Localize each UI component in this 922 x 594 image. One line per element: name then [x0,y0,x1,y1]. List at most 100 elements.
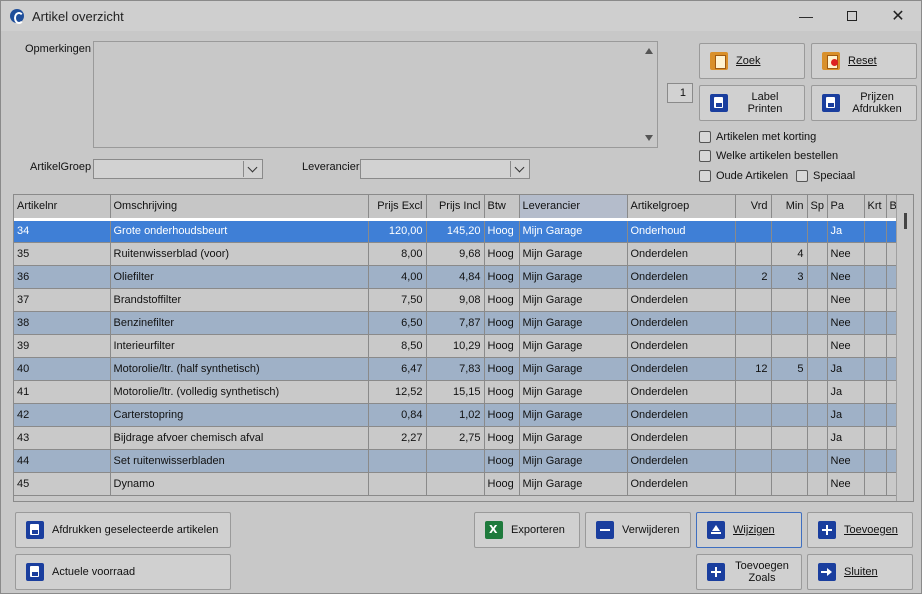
maximize-button[interactable] [829,1,875,31]
header-vrd[interactable]: Vrd [735,195,772,221]
checkbox-box[interactable] [699,150,711,162]
table-row[interactable]: 40 Motorolie/ltr. (half synthetisch) 6,47 7… [14,357,899,381]
toevoegen-zoals-button[interactable]: Toevoegen Zoals [696,554,802,590]
sluiten-label: Sluiten [844,566,878,578]
header-min[interactable]: Min [771,195,808,221]
table-cell [864,311,887,335]
table-row[interactable]: 43 Bijdrage afvoer chemisch afval 2,27 2,75… [14,426,899,450]
table-cell: Hoog [484,380,520,404]
leverancier-dropdown-button[interactable] [510,161,528,177]
close-button[interactable]: ✕ [875,1,921,31]
label-printen-line2: Printen [747,103,783,115]
scroll-down-icon[interactable] [645,135,653,141]
minimize-button[interactable]: — [783,1,829,31]
header-pa[interactable]: Pa [827,195,865,221]
table-cell [807,288,828,312]
table-cell [864,380,887,404]
table-cell [735,242,772,266]
table-cell: Nee [827,334,865,358]
table-cell: Mijn Garage [519,242,628,266]
checkbox-box[interactable] [699,170,711,182]
table-row[interactable]: 38 Benzinefilter 6,50 7,87 Hoog Mijn Garage On… [14,311,899,335]
table-cell: Ja [827,357,865,381]
header-artikelgroep[interactable]: Artikelgroep [627,195,736,221]
table-cell: Ja [827,403,865,427]
header-prijs-incl[interactable]: Prijs Incl [426,195,485,221]
afdrukken-geselecteerde-label: Afdrukken geselecteerde artikelen [52,524,219,536]
header-artikelnr[interactable]: Artikelnr [14,195,111,221]
wijzigen-label: Wijzigen [733,524,775,536]
afdrukken-geselecteerde-button[interactable]: Afdrukken geselecteerde artikelen [15,512,231,548]
exporteren-button[interactable]: Exporteren [474,512,580,548]
table-cell: Ruitenwisserblad (voor) [110,242,369,266]
header-omschrijving[interactable]: Omschrijving [110,195,369,221]
table-row[interactable]: 37 Brandstoffilter 7,50 9,08 Hoog Mijn Garage… [14,288,899,312]
opmerkingen-textarea[interactable] [93,41,658,148]
table-cell: Hoog [484,403,520,427]
checkbox-box[interactable] [699,131,711,143]
edit-icon [707,521,725,539]
actuele-voorraad-label: Actuele voorraad [52,566,136,578]
table-row[interactable]: 45 Dynamo Hoog Mijn Garage Onderdelen Nee [14,472,899,496]
table-cell: 8,00 [368,242,427,266]
opmerkingen-scrollbar[interactable] [641,42,657,147]
header-btw[interactable]: Btw [484,195,520,221]
wijzigen-button[interactable]: Wijzigen [696,512,802,548]
articles-grid[interactable]: Artikelnr Omschrijving Prijs Excl Prijs … [13,194,914,502]
table-cell: 2,75 [426,426,485,450]
toevoegen-button[interactable]: Toevoegen [807,512,913,548]
checkbox-bestellen[interactable]: Welke artikelen bestellen [699,150,838,162]
table-cell: Mijn Garage [519,311,628,335]
checkbox-box[interactable] [796,170,808,182]
checkbox-met-korting[interactable]: Artikelen met korting [699,131,816,143]
leverancier-select[interactable] [360,159,530,179]
table-cell: Ja [827,426,865,450]
table-cell [864,334,887,358]
header-krt[interactable]: Krt [864,195,887,221]
table-cell: Hoog [484,449,520,473]
table-cell: Onderdelen [627,311,736,335]
close-icon: ✕ [891,8,905,25]
prijzen-afdrukken-button[interactable]: Prijzen Afdrukken [811,85,917,121]
table-cell: 9,68 [426,242,485,266]
table-cell [807,357,828,381]
table-row[interactable]: 41 Motorolie/ltr. (volledig synthetisch) 1… [14,380,899,404]
table-body: 34 Grote onderhoudsbeurt 120,00 145,20 Hoog M… [14,219,899,496]
artikelgroep-select[interactable] [93,159,263,179]
table-cell: Mijn Garage [519,265,628,289]
reset-button[interactable]: Reset [811,43,917,79]
print-icon [822,94,840,112]
checkbox-speciaal[interactable]: Speciaal [796,170,855,182]
grid-vertical-scrollbar[interactable] [896,195,913,501]
label-count-input[interactable]: 1 [667,83,693,103]
header-sp[interactable]: Sp [807,195,828,221]
table-row[interactable]: 44 Set ruitenwisserbladen Hoog Mijn Garage O… [14,449,899,473]
table-row[interactable]: 39 Interieurfilter 8,50 10,29 Hoog Mijn Garag… [14,334,899,358]
verwijderen-button[interactable]: Verwijderen [585,512,691,548]
zoek-button[interactable]: Zoek [699,43,805,79]
label-printen-button[interactable]: Label Printen [699,85,805,121]
table-cell [807,380,828,404]
table-cell: 4,84 [426,265,485,289]
table-cell: Onderdelen [627,242,736,266]
table-cell: 2 [735,265,772,289]
header-prijs-excl[interactable]: Prijs Excl [368,195,427,221]
scrollbar-thumb[interactable] [904,213,907,229]
scroll-up-icon[interactable] [645,48,653,54]
table-cell: 6,47 [368,357,427,381]
table-row[interactable]: 34 Grote onderhoudsbeurt 120,00 145,20 Hoog M… [14,219,899,243]
header-leverancier[interactable]: Leverancier [519,195,628,221]
table-cell: 2,27 [368,426,427,450]
table-row[interactable]: 36 Oliefilter 4,00 4,84 Hoog Mijn Garage Onder… [14,265,899,289]
actuele-voorraad-button[interactable]: Actuele voorraad [15,554,231,590]
table-cell [807,265,828,289]
opmerkingen-label: Opmerkingen [25,43,92,55]
sluiten-button[interactable]: Sluiten [807,554,913,590]
table-cell: Mijn Garage [519,357,628,381]
table-row[interactable]: 42 Carterstopring 0,84 1,02 Hoog Mijn Garage O… [14,403,899,427]
table-cell: Hoog [484,357,520,381]
table-row[interactable]: 35 Ruitenwisserblad (voor) 8,00 9,68 Hoog Mij… [14,242,899,266]
checkbox-oude-artikelen[interactable]: Oude Artikelen [699,170,788,182]
artikelgroep-dropdown-button[interactable] [243,161,261,177]
table-cell [807,403,828,427]
